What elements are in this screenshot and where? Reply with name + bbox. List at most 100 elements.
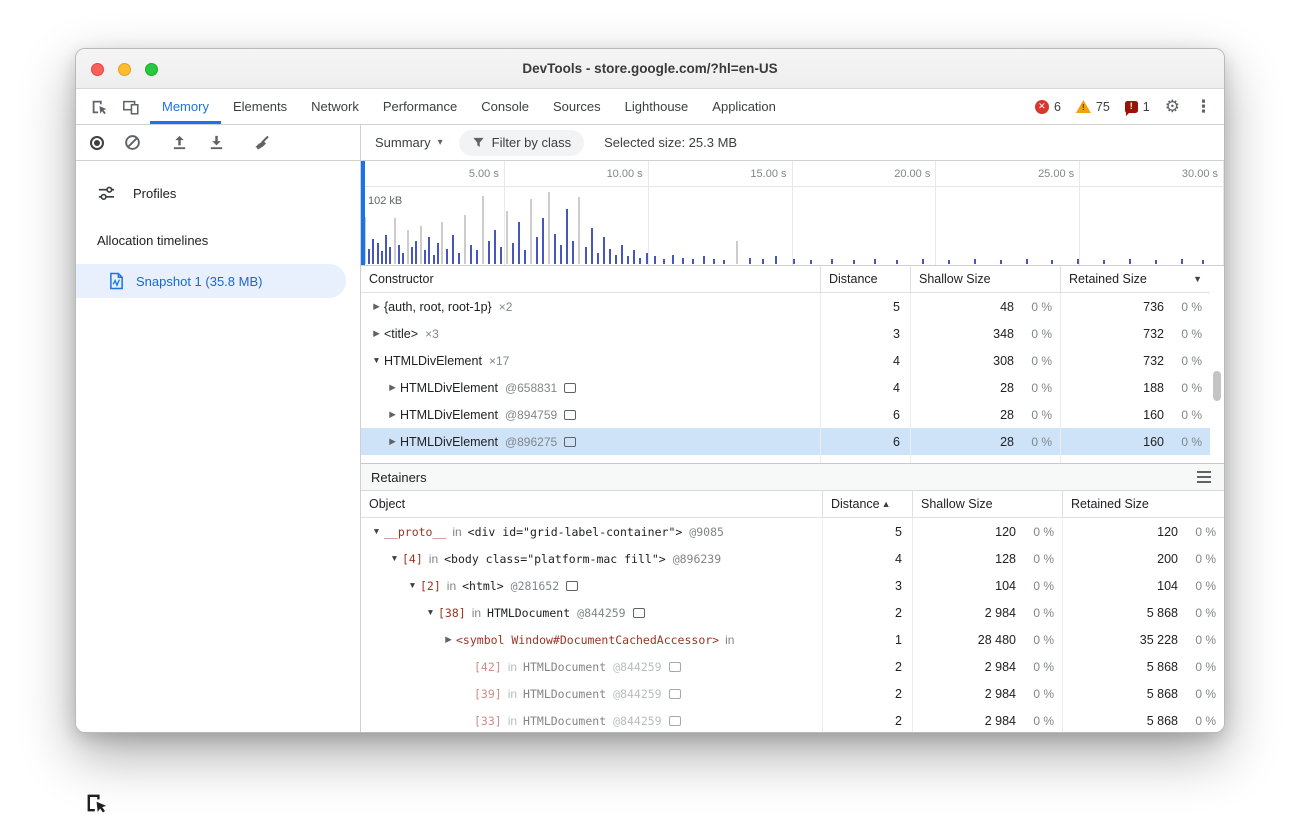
constructor-row[interactable]: ▶HTMLDivElement xyxy=(361,455,1210,464)
error-count-badge[interactable]: ✕ 6 xyxy=(1035,100,1061,114)
clear-profiles-icon[interactable] xyxy=(124,134,141,151)
retainers-distance-column-header[interactable]: Distance ▲ xyxy=(822,491,912,517)
expand-arrow-icon[interactable]: ▶ xyxy=(389,437,396,446)
expand-arrow-icon[interactable]: ▶ xyxy=(373,329,380,338)
zoom-window-button[interactable] xyxy=(145,63,158,76)
constructor-row[interactable]: ▶{auth, root, root-1p}×25480 %7360 % xyxy=(361,293,1210,320)
expand-arrow-icon[interactable]: ▶ xyxy=(389,383,396,392)
reveal-box-icon[interactable] xyxy=(669,716,681,726)
retainer-object-name: HTMLDocument xyxy=(523,687,606,701)
reveal-box-icon[interactable] xyxy=(669,689,681,699)
device-toolbar-icon[interactable] xyxy=(122,98,140,116)
distance-cell: 6 xyxy=(820,401,910,428)
tab-memory[interactable]: Memory xyxy=(150,89,221,124)
inspect-element-icon[interactable] xyxy=(90,98,108,116)
settings-gear-icon[interactable]: ⚙ xyxy=(1165,98,1180,115)
size-value: 35 228 xyxy=(1063,633,1178,647)
tree-arrow-slot: ▼ xyxy=(369,356,384,365)
retainers-shallow-size-column-header[interactable]: Shallow Size xyxy=(912,491,1062,517)
expand-arrow-icon[interactable]: ▶ xyxy=(373,302,380,311)
sidebar-item-profiles[interactable]: Profiles xyxy=(76,173,360,213)
allocation-bar xyxy=(402,253,404,264)
allocation-bar xyxy=(831,259,833,264)
constructor-row[interactable]: ▶HTMLDivElement@6588314280 %1880 % xyxy=(361,374,1210,401)
distance-column-header[interactable]: Distance xyxy=(820,266,910,292)
collapse-arrow-icon[interactable]: ▼ xyxy=(408,581,416,590)
reveal-box-icon[interactable] xyxy=(633,608,645,618)
expand-arrow-icon[interactable]: ▶ xyxy=(445,635,452,644)
retainer-row[interactable]: ▼__proto__in<div id="grid-label-containe… xyxy=(361,518,1224,545)
constructor-scrollbar-thumb[interactable] xyxy=(1213,371,1221,401)
save-profile-icon[interactable] xyxy=(208,134,225,151)
constructor-row[interactable]: ▶HTMLDivElement@8947596280 %1600 % xyxy=(361,401,1210,428)
size-percent: 0 % xyxy=(1016,552,1062,566)
retainer-row[interactable]: [39]inHTMLDocument@84425922 9840 %5 8680… xyxy=(361,680,1224,707)
retainer-object-cell: ▶<symbol Window#DocumentCachedAccessor>i… xyxy=(361,626,822,653)
record-heap-icon[interactable] xyxy=(90,136,104,150)
retainer-row[interactable]: ▼[2]in<html>@28165231040 %1040 % xyxy=(361,572,1224,599)
constructor-row[interactable]: ▼HTMLDivElement×1743080 %7320 % xyxy=(361,347,1210,374)
issue-count-badge[interactable]: ! 1 xyxy=(1125,100,1150,114)
reveal-box-icon[interactable] xyxy=(564,410,576,420)
retainers-menu-icon[interactable] xyxy=(1197,471,1214,483)
tab-console[interactable]: Console xyxy=(469,89,541,124)
reveal-box-icon[interactable] xyxy=(566,581,578,591)
perspective-select[interactable]: Summary ▾ xyxy=(375,135,443,150)
retainer-row[interactable]: ▼[4]in<body class="platform-mac fill">@8… xyxy=(361,545,1224,572)
size-percent: 0 % xyxy=(1016,687,1062,701)
allocation-bar xyxy=(663,259,665,264)
tab-network[interactable]: Network xyxy=(299,89,371,124)
allocation-bar xyxy=(749,258,751,264)
object-id: @281652 xyxy=(511,579,559,593)
minimize-window-button[interactable] xyxy=(118,63,131,76)
collapse-arrow-icon[interactable]: ▼ xyxy=(390,554,398,563)
sidebar-item-snapshot-1[interactable]: Snapshot 1 (35.8 MB) xyxy=(76,264,346,298)
size-cell: 3480 % xyxy=(910,320,1060,347)
in-keyword: in xyxy=(508,714,517,728)
object-column-header[interactable]: Object xyxy=(361,491,822,517)
allocation-bar xyxy=(591,228,593,264)
class-filter-input[interactable]: Filter by class xyxy=(459,130,584,156)
tab-elements[interactable]: Elements xyxy=(221,89,299,124)
collapse-arrow-icon[interactable]: ▼ xyxy=(372,356,380,365)
tab-sources[interactable]: Sources xyxy=(541,89,613,124)
shallow-size-column-header[interactable]: Shallow Size xyxy=(910,266,1060,292)
retainer-row[interactable]: [42]inHTMLDocument@84425922 9840 %5 8680… xyxy=(361,653,1224,680)
size-percent: 0 % xyxy=(1014,435,1060,449)
expand-arrow-icon[interactable]: ▶ xyxy=(389,410,396,419)
collect-garbage-icon[interactable] xyxy=(253,134,271,152)
tab-application[interactable]: Application xyxy=(700,89,788,124)
retainer-object-cell: ▼[38]inHTMLDocument@844259 xyxy=(361,599,822,626)
warning-count-badge[interactable]: ! 75 xyxy=(1076,100,1110,114)
size-value: 308 xyxy=(911,354,1014,368)
constructor-row[interactable]: ▶<title>×333480 %7320 % xyxy=(361,320,1210,347)
reveal-box-icon[interactable] xyxy=(564,383,576,393)
reveal-box-icon[interactable] xyxy=(564,437,576,447)
tab-lighthouse[interactable]: Lighthouse xyxy=(613,89,701,124)
allocation-bar xyxy=(672,255,674,264)
distance-value: 3 xyxy=(895,579,902,593)
allocation-timeline-overview[interactable]: 5.00 s10.00 s15.00 s20.00 s25.00 s30.00 … xyxy=(361,161,1224,266)
retainer-property-name: __proto__ xyxy=(384,525,446,539)
kebab-menu-icon[interactable]: ⋮ xyxy=(1195,98,1212,115)
retainers-retained-size-column-header[interactable]: Retained Size xyxy=(1062,491,1224,517)
close-window-button[interactable] xyxy=(91,63,104,76)
retained-size-column-header[interactable]: Retained Size ▼ xyxy=(1060,266,1210,292)
retainer-row[interactable]: [33]inHTMLDocument@84425922 9840 %5 8680… xyxy=(361,707,1224,732)
error-count: 6 xyxy=(1054,100,1061,114)
retainer-row[interactable]: ▶<symbol Window#DocumentCachedAccessor>i… xyxy=(361,626,1224,653)
distance-cell: 4 xyxy=(820,347,910,374)
timeline-selection-handle-left[interactable] xyxy=(361,161,365,265)
tab-performance[interactable]: Performance xyxy=(371,89,469,124)
constructor-column-header[interactable]: Constructor xyxy=(361,266,820,292)
size-percent: 0 % xyxy=(1178,552,1224,566)
size-value: 732 xyxy=(1061,327,1164,341)
collapse-arrow-icon[interactable]: ▼ xyxy=(426,608,434,617)
collapse-arrow-icon[interactable]: ▼ xyxy=(372,527,380,536)
window-titlebar[interactable]: DevTools - store.google.com/?hl=en-US xyxy=(76,49,1224,89)
retainer-row[interactable]: ▼[38]inHTMLDocument@84425922 9840 %5 868… xyxy=(361,599,1224,626)
load-profile-icon[interactable] xyxy=(171,134,188,151)
reveal-box-icon[interactable] xyxy=(505,464,517,465)
constructor-row[interactable]: ▶HTMLDivElement@8962756280 %1600 % xyxy=(361,428,1210,455)
reveal-box-icon[interactable] xyxy=(669,662,681,672)
